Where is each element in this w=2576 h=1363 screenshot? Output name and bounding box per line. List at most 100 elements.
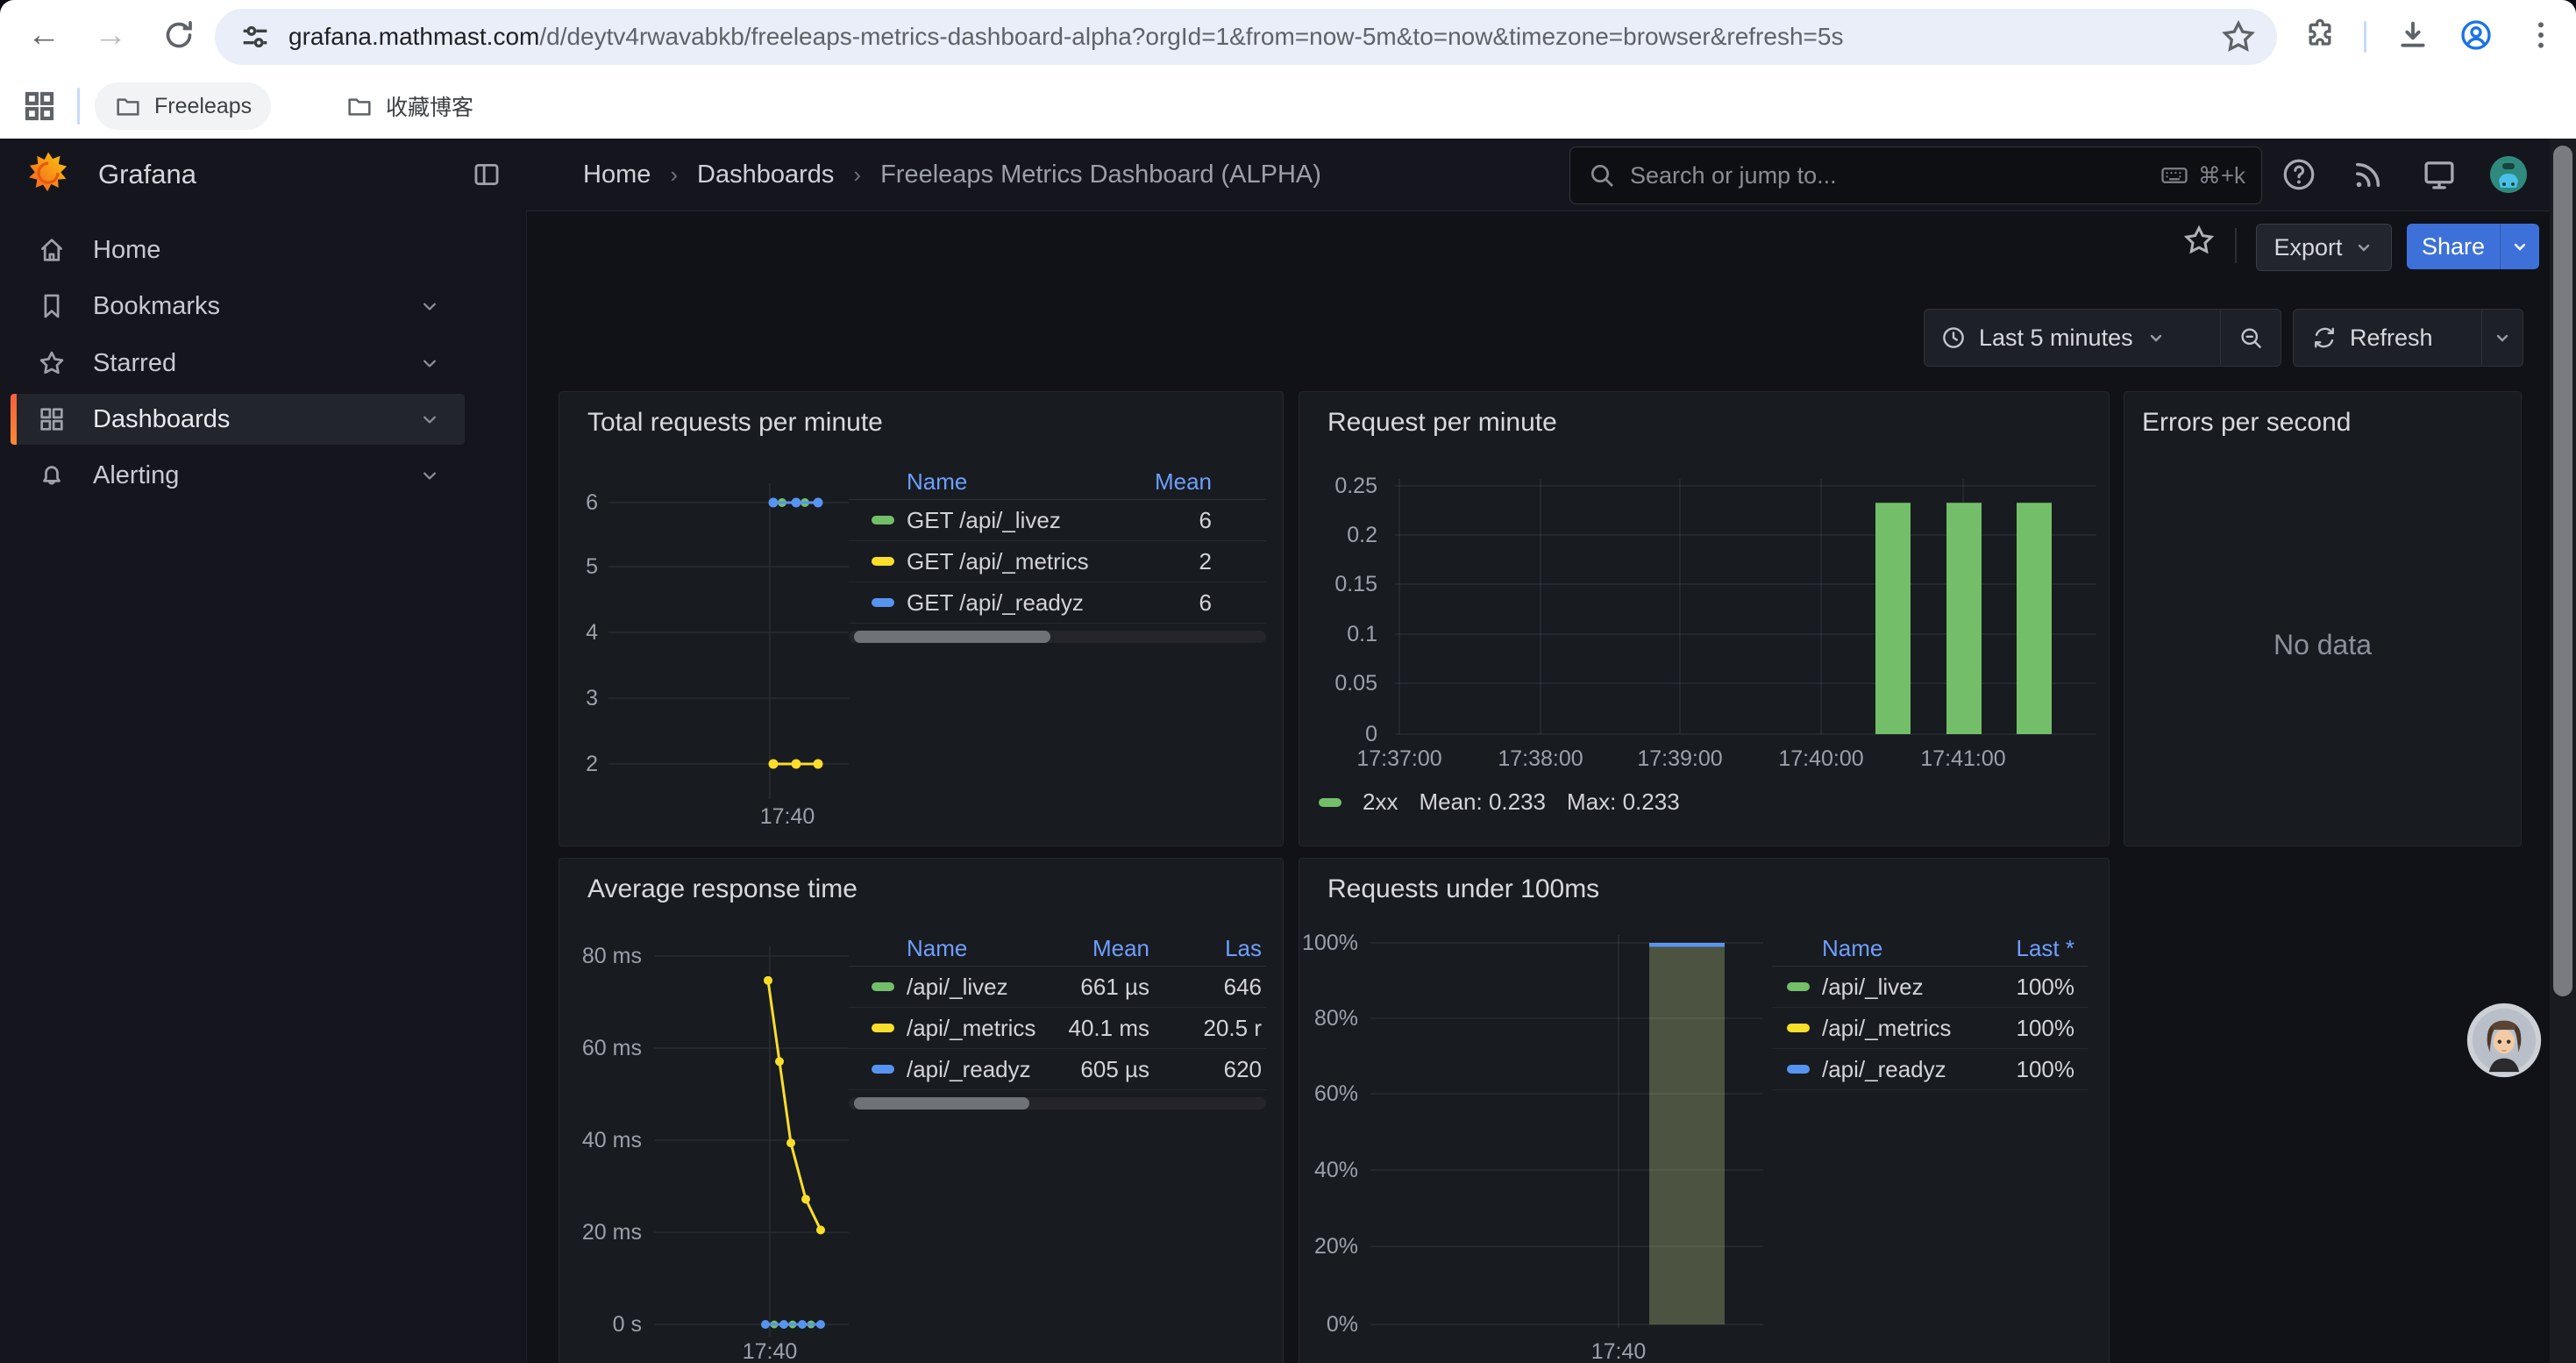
reload-icon[interactable] [156, 12, 202, 58]
legend-row[interactable]: /api/_livez100% [1772, 967, 2088, 1008]
series-last: 100% [1978, 974, 2074, 1001]
chevron-down-icon [417, 463, 442, 488]
search-input[interactable]: Search or jump to... ⌘+k [1569, 146, 2262, 204]
dock-menu-icon[interactable] [472, 160, 502, 189]
sidebar-item-label: Home [93, 236, 465, 265]
floating-assistant-avatar[interactable] [2466, 1003, 2542, 1078]
legend-scrollbar-thumb[interactable] [854, 631, 1050, 643]
x-axis-label: 17:40:00 [1768, 746, 1874, 772]
line-chart [608, 483, 849, 806]
legend-row[interactable]: GET /api/_metrics2 [849, 541, 1266, 582]
search-placeholder: Search or jump to... [1630, 162, 2160, 189]
back-icon[interactable]: ← [21, 12, 67, 58]
breadcrumb-item[interactable]: Dashboards [697, 161, 834, 189]
share-button[interactable]: Share [2407, 224, 2500, 269]
legend-header-name: Name [1822, 935, 1978, 962]
news-rss-icon[interactable] [2350, 156, 2387, 193]
bookmark-label: Freeleaps [154, 94, 252, 119]
chevron-down-icon [2353, 237, 2374, 258]
series-mean: 6 [1124, 589, 1212, 617]
series-mean: 661 µs [1053, 974, 1149, 1001]
sidebar-item-starred[interactable]: Starred [11, 338, 465, 389]
y-axis-label: 20 ms [559, 1218, 642, 1246]
kiosk-monitor-icon[interactable] [2421, 156, 2458, 193]
favorite-star-icon[interactable] [2181, 223, 2217, 258]
series-swatch [872, 1065, 894, 1074]
sidebar-item-dashboards[interactable]: Dashboards [11, 394, 465, 445]
clock-icon [1940, 325, 1967, 351]
legend-header-name: Name [907, 935, 1053, 962]
sidebar-item-home[interactable]: Home [11, 225, 465, 275]
series-name: /api/_livez [1822, 974, 1978, 1001]
bookmark-item[interactable]: Freeleaps [95, 82, 271, 130]
legend-row[interactable]: GET /api/_readyz6 [849, 582, 1266, 624]
legend-scrollbar[interactable] [849, 631, 1266, 643]
legend-scrollbar[interactable] [849, 1097, 1266, 1110]
legend-row[interactable]: /api/_livez661 µs646 [849, 967, 1266, 1008]
breadcrumb-item[interactable]: Home [583, 161, 651, 189]
legend-row[interactable]: /api/_readyz100% [1772, 1049, 2088, 1090]
page-scrollbar-track[interactable] [2550, 139, 2576, 1363]
x-axis-label: 17:38:00 [1488, 746, 1593, 772]
downloads-icon[interactable] [2390, 12, 2436, 58]
grafana-app: Grafana Home›Dashboards›Freeleaps Metric… [0, 139, 2576, 1363]
export-button[interactable]: Export [2256, 224, 2392, 271]
y-axis-label: 0% [1299, 1310, 1358, 1338]
grafana-brand: Grafana [98, 139, 196, 211]
x-axis-tick: 17:40 [1566, 1339, 1671, 1363]
user-avatar[interactable] [2490, 156, 2527, 193]
refresh-icon [2311, 325, 2338, 351]
sidebar-item-alerting[interactable]: Alerting [11, 450, 465, 501]
chevron-down-icon [417, 294, 442, 318]
site-settings-icon[interactable] [238, 19, 273, 54]
refresh-button[interactable]: Refresh [2294, 325, 2481, 352]
series-last: 100% [1978, 1056, 2074, 1083]
share-options-button[interactable] [2500, 224, 2539, 269]
legend[interactable]: 2xx Mean: 0.233 Max: 0.233 [1319, 789, 1680, 816]
series-swatch [1319, 798, 1341, 807]
legend-scrollbar-thumb[interactable] [854, 1097, 1029, 1110]
url-bar[interactable]: grafana.mathmast.com/d/deytv4rwavabkb/fr… [215, 9, 2277, 65]
sidebar-item-bookmarks[interactable]: Bookmarks [11, 281, 465, 332]
help-icon[interactable] [2281, 156, 2317, 193]
y-axis-label: 3 [559, 684, 598, 712]
swatch-spacer [1787, 944, 1810, 953]
legend-row[interactable]: GET /api/_livez6 [849, 500, 1266, 541]
extensions-icon[interactable] [2297, 12, 2343, 58]
legend-table: NameMeanLas/api/_livez661 µs646/api/_met… [849, 931, 1266, 1110]
zoom-out-button[interactable] [2221, 325, 2281, 351]
forward-icon[interactable]: → [88, 12, 133, 58]
page-scrollbar-thumb[interactable] [2553, 146, 2572, 996]
browser-toolbar: ← → grafana.mathmast.com/d/deytv4rwavabk… [0, 0, 2576, 74]
grafana-logo-icon[interactable] [25, 150, 72, 199]
time-range-picker[interactable]: Last 5 minutes [1924, 309, 2281, 367]
bookmark-item[interactable]: 收藏博客 [326, 82, 493, 130]
time-range-button[interactable]: Last 5 minutes [1925, 325, 2220, 352]
bookmark-label: 收藏博客 [386, 90, 473, 122]
apps-grid-icon[interactable] [21, 88, 58, 125]
bell-icon [37, 460, 67, 490]
profile-icon[interactable] [2453, 12, 2499, 58]
series-swatch [872, 1024, 894, 1032]
chevron-down-icon [2509, 236, 2530, 257]
refresh-control[interactable]: Refresh [2293, 309, 2523, 367]
refresh-interval-button[interactable] [2482, 327, 2523, 348]
legend-row[interactable]: /api/_readyz605 µs620 [849, 1049, 1266, 1090]
folder-icon [345, 92, 374, 120]
legend-header-mean: Mean [1053, 935, 1149, 962]
series-name: /api/_livez [907, 974, 1053, 1001]
legend-row[interactable]: /api/_metrics40.1 ms20.5 r [849, 1008, 1266, 1049]
sidebar-item-label: Dashboards [93, 405, 417, 434]
menu-kebab-icon[interactable] [2518, 12, 2564, 58]
series-last: 100% [1978, 1015, 2074, 1042]
legend-row[interactable]: /api/_metrics100% [1772, 1008, 2088, 1049]
y-axis-label: 0.15 [1299, 570, 1377, 598]
chevron-down-icon [2145, 327, 2167, 348]
bar-chart [1370, 935, 1763, 1331]
panel-title: Average response time [587, 874, 857, 904]
breadcrumb-item[interactable]: Freeleaps Metrics Dashboard (ALPHA) [880, 161, 1321, 189]
series-swatch [1787, 1065, 1810, 1074]
y-axis-label: 0.2 [1299, 521, 1377, 549]
y-axis-label: 4 [559, 618, 598, 646]
bookmark-star-icon[interactable] [2219, 18, 2258, 56]
